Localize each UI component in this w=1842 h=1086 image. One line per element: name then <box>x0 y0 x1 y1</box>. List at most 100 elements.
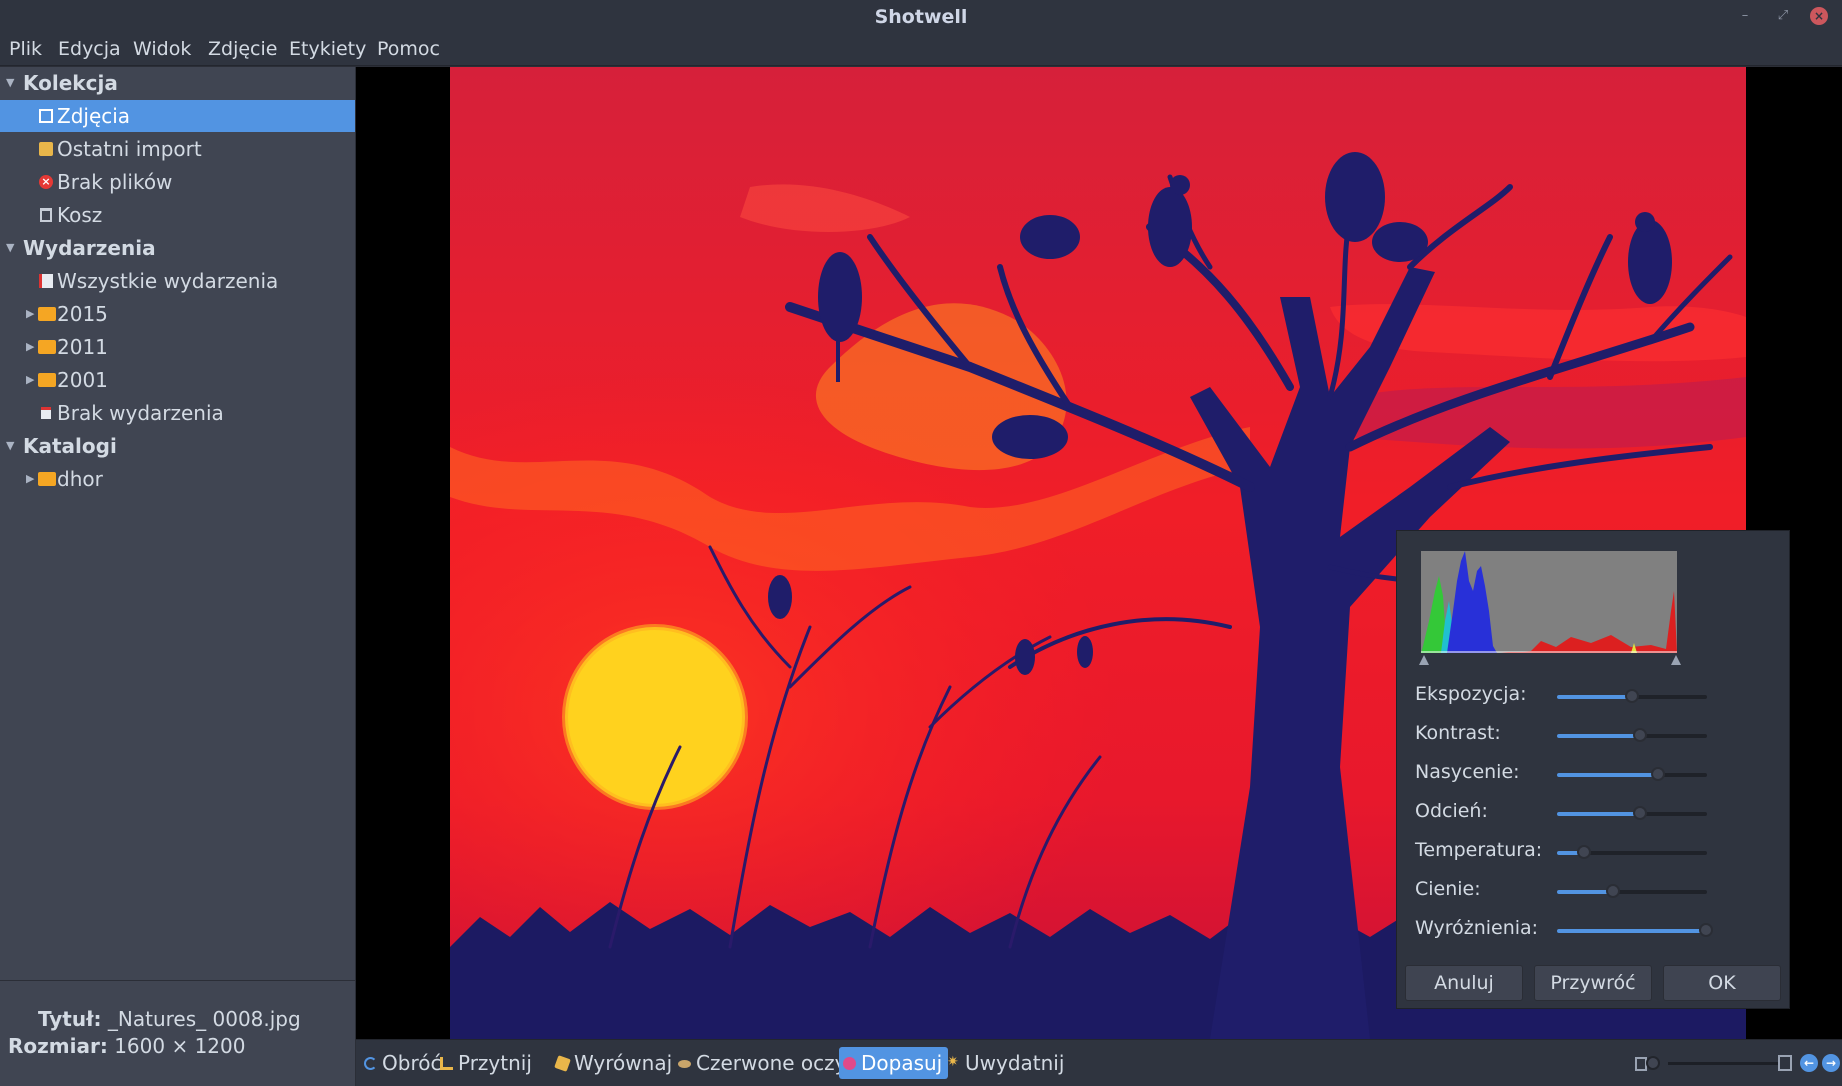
shadows-slider[interactable] <box>1557 884 1707 898</box>
sidebar-item-all-events[interactable]: Wszystkie wydarzenia <box>0 265 355 297</box>
sidebar-item-label: Wszystkie wydarzenia <box>57 269 279 293</box>
sidebar-header-collection[interactable]: ▼ Kolekcja <box>0 67 355 99</box>
temperature-slider-row: Temperatura: <box>1415 837 1775 867</box>
slider-knob[interactable] <box>1632 728 1647 742</box>
slider-knob[interactable] <box>1650 767 1665 781</box>
sidebar-item-no-event[interactable]: Brak wydarzenia <box>0 397 355 429</box>
highlights-slider[interactable] <box>1557 923 1713 937</box>
tint-slider[interactable] <box>1557 806 1707 820</box>
expander-open-icon[interactable]: ▼ <box>6 430 14 462</box>
zoom-slider[interactable] <box>1668 1062 1778 1065</box>
photos-icon <box>39 109 53 123</box>
crop-label: Przytnij <box>458 1051 532 1075</box>
menu-file[interactable]: Plik <box>9 38 42 60</box>
sidebar: ▼ Kolekcja Zdjęcia Ostatni import × Brak… <box>0 67 356 980</box>
slider-knob[interactable] <box>1625 689 1639 703</box>
menu-edit[interactable]: Edycja <box>58 38 121 60</box>
menu-view[interactable]: Widok <box>133 38 191 60</box>
contrast-slider-row: Kontrast: <box>1415 720 1775 750</box>
expander-open-icon[interactable]: ▼ <box>6 67 14 99</box>
straighten-button[interactable]: Wyrównaj <box>552 1047 672 1079</box>
close-icon[interactable]: × <box>1810 7 1828 25</box>
contrast-slider[interactable] <box>1557 728 1707 742</box>
reset-button[interactable]: Przywróć <box>1534 965 1652 1001</box>
contrast-label: Kontrast: <box>1415 722 1501 744</box>
zoom-in-icon[interactable] <box>1778 1055 1792 1071</box>
sidebar-header-label: Katalogi <box>23 434 117 458</box>
sidebar-item-label: Kosz <box>57 203 103 227</box>
tint-label: Odcień: <box>1415 800 1488 822</box>
previous-photo-button[interactable]: ← <box>1800 1054 1818 1072</box>
menu-tags[interactable]: Etykiety <box>289 38 366 60</box>
crop-button[interactable]: Przytnij <box>436 1047 532 1079</box>
menu-help[interactable]: Pomoc <box>377 38 440 60</box>
folder-icon <box>38 307 56 321</box>
sidebar-item-year-2015[interactable]: ▶ 2015 <box>0 298 355 330</box>
trash-icon <box>40 208 52 222</box>
red-eye-button[interactable]: Czerwone oczy <box>674 1047 847 1079</box>
info-size-row: Rozmiar: 1600 × 1200 <box>8 1034 245 1058</box>
zoom-slider-knob[interactable] <box>1646 1056 1660 1070</box>
rotate-icon <box>364 1057 377 1070</box>
expander-closed-icon[interactable]: ▶ <box>26 463 34 495</box>
exposure-label: Ekspozycja: <box>1415 683 1527 705</box>
ok-button[interactable]: OK <box>1663 965 1781 1001</box>
slider-knob[interactable] <box>1605 884 1620 898</box>
folder-icon <box>38 472 56 486</box>
exposure-slider[interactable] <box>1557 689 1707 703</box>
slider-fill <box>1557 695 1632 699</box>
sidebar-header-events[interactable]: ▼ Wydarzenia <box>0 232 355 264</box>
menu-bar: Plik Edycja Widok Zdjęcie Etykiety Pomoc <box>0 32 1842 66</box>
slider-knob[interactable] <box>1577 845 1591 859</box>
histogram[interactable] <box>1421 551 1677 653</box>
maximize-icon[interactable]: ⤢ <box>1773 6 1793 26</box>
sidebar-item-label: 2011 <box>57 335 108 359</box>
sidebar-item-label: dhor <box>57 467 103 491</box>
slider-fill <box>1557 890 1613 894</box>
expander-closed-icon[interactable]: ▶ <box>26 298 34 330</box>
no-event-icon <box>41 407 51 419</box>
sidebar-item-last-import[interactable]: Ostatni import <box>0 133 355 165</box>
next-photo-button[interactable]: → <box>1822 1054 1840 1072</box>
histogram-left-handle[interactable] <box>1419 655 1429 665</box>
red-eye-icon <box>678 1060 691 1068</box>
temperature-slider[interactable] <box>1557 845 1707 859</box>
info-size-value: 1600 × 1200 <box>114 1034 246 1058</box>
rotate-button[interactable]: Obróć <box>360 1047 441 1079</box>
edit-toolbar: Obróć Przytnij Wyrównaj Czerwone oczy Do… <box>356 1039 1842 1086</box>
sidebar-item-year-2011[interactable]: ▶ 2011 <box>0 331 355 363</box>
title-bar: Shotwell – ⤢ × <box>0 0 1842 32</box>
slider-knob[interactable] <box>1632 806 1647 820</box>
menu-photo[interactable]: Zdjęcie <box>208 38 277 60</box>
expander-closed-icon[interactable]: ▶ <box>26 364 34 396</box>
sidebar-item-trash[interactable]: Kosz <box>0 199 355 231</box>
slider-knob[interactable] <box>1698 923 1713 937</box>
sidebar-item-label: 2015 <box>57 302 108 326</box>
shadows-label: Cienie: <box>1415 878 1481 900</box>
sidebar-item-year-2001[interactable]: ▶ 2001 <box>0 364 355 396</box>
expander-closed-icon[interactable]: ▶ <box>26 331 34 363</box>
sidebar-header-catalogs[interactable]: ▼ Katalogi <box>0 430 355 462</box>
enhance-button[interactable]: ✷ Uwydatnij <box>943 1047 1064 1079</box>
expander-open-icon[interactable]: ▼ <box>6 232 14 264</box>
sidebar-header-label: Wydarzenia <box>23 236 156 260</box>
straighten-label: Wyrównaj <box>574 1051 673 1075</box>
shadows-slider-row: Cienie: <box>1415 876 1775 906</box>
sidebar-item-label: Ostatni import <box>57 137 202 161</box>
saturation-slider[interactable] <box>1557 767 1707 781</box>
sidebar-item-label: Zdjęcia <box>57 104 131 128</box>
straighten-icon <box>554 1055 571 1072</box>
sidebar-item-missing-files[interactable]: × Brak plików <box>0 166 355 198</box>
red-eye-label: Czerwone oczy <box>696 1051 847 1075</box>
sidebar-item-photos[interactable]: Zdjęcia <box>0 100 355 132</box>
saturation-slider-row: Nasycenie: <box>1415 759 1775 789</box>
sidebar-item-catalog-dhor[interactable]: ▶ dhor <box>0 463 355 495</box>
adjust-button[interactable]: Dopasuj <box>839 1047 949 1079</box>
histogram-right-handle[interactable] <box>1671 655 1681 665</box>
sidebar-header-label: Kolekcja <box>23 71 118 95</box>
missing-files-icon: × <box>39 175 53 189</box>
adjust-label: Dopasuj <box>861 1051 943 1075</box>
slider-fill <box>1557 734 1640 738</box>
minimize-icon[interactable]: – <box>1735 6 1755 26</box>
cancel-button[interactable]: Anuluj <box>1405 965 1523 1001</box>
